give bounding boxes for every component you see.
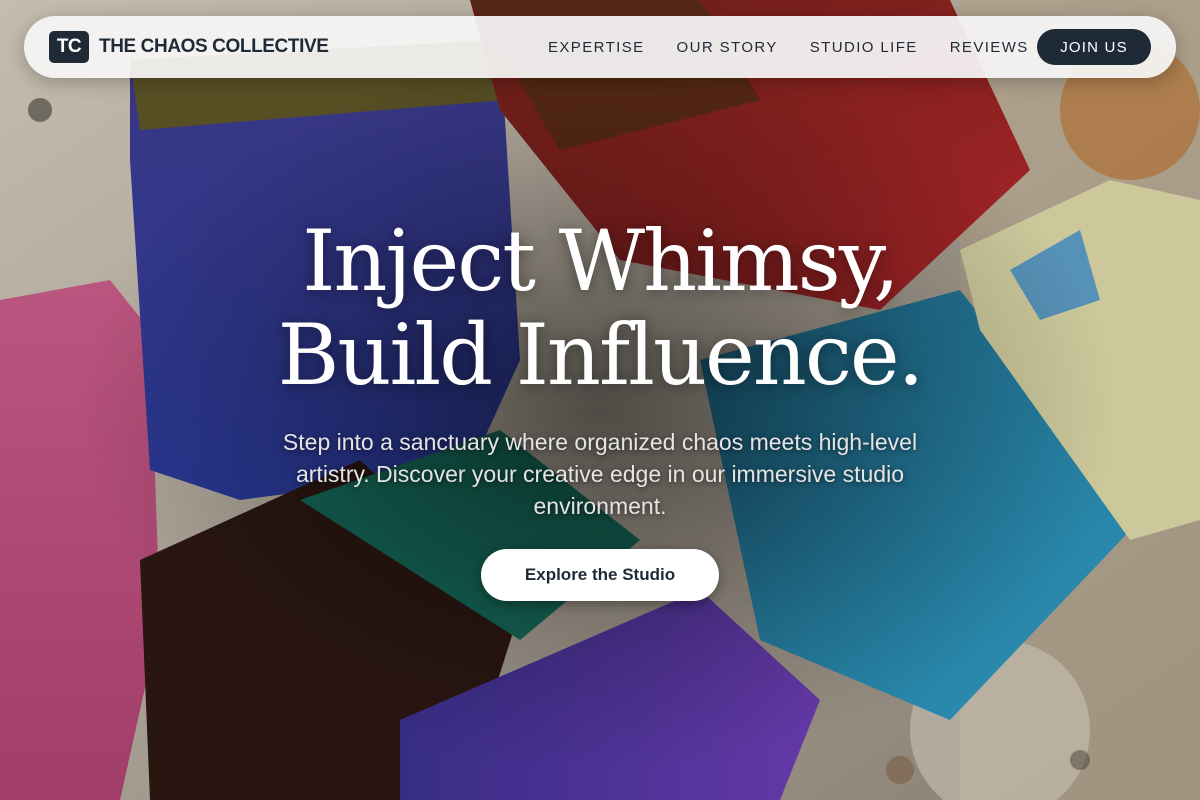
nav-link-our-story[interactable]: OUR STORY — [677, 39, 778, 56]
nav-link-reviews[interactable]: REVIEWS — [950, 39, 1029, 56]
hero-subtitle: Step into a sanctuary where organized ch… — [282, 429, 918, 519]
hero-section: TC THE CHAOS COLLECTIVE EXPERTISE OUR ST… — [0, 0, 1200, 800]
headline-line-2: Build Influence. — [277, 306, 925, 404]
nav-link-studio-life[interactable]: STUDIO LIFE — [810, 39, 918, 56]
nav-link-expertise[interactable]: EXPERTISE — [548, 39, 645, 56]
headline-line-1: Inject Whimsy, — [302, 212, 900, 310]
hero-headline: Inject Whimsy, Build Influence. — [0, 214, 1200, 402]
explore-studio-button[interactable]: Explore the Studio — [481, 549, 719, 601]
brand-logo[interactable]: TC THE CHAOS COLLECTIVE — [49, 31, 329, 63]
nav-links: EXPERTISE OUR STORY STUDIO LIFE REVIEWS — [548, 16, 1061, 78]
brand-name: THE CHAOS COLLECTIVE — [99, 36, 329, 57]
top-navigation-bar: TC THE CHAOS COLLECTIVE EXPERTISE OUR ST… — [24, 16, 1176, 78]
logo-mark-icon: TC — [49, 31, 89, 63]
join-us-button[interactable]: JOIN US — [1037, 29, 1151, 65]
